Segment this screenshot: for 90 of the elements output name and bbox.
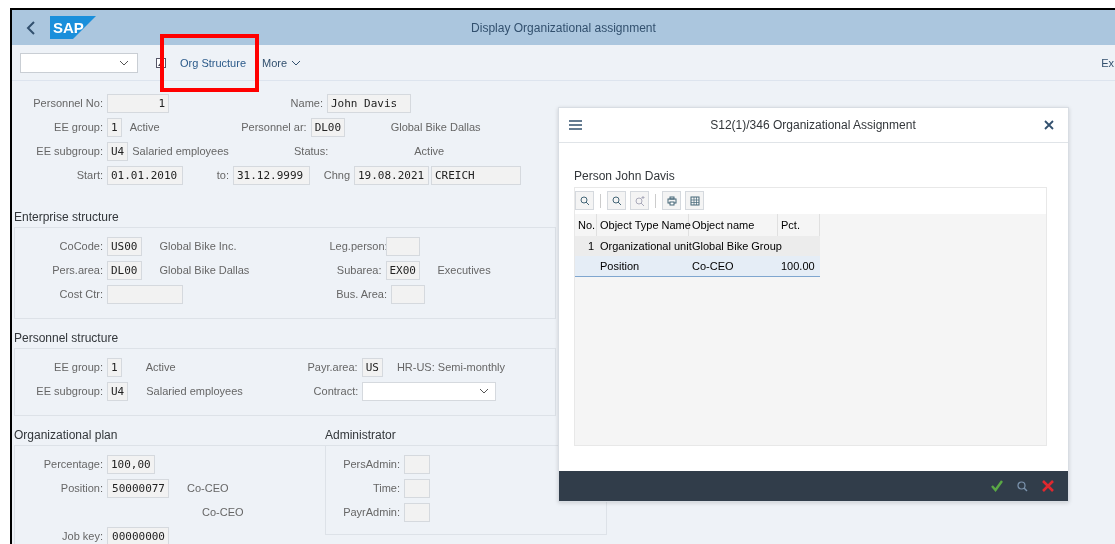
image-icon[interactable] [156, 57, 166, 68]
input-field[interactable]: 1 [107, 117, 122, 137]
field-text: Salaried employees [146, 385, 244, 397]
field-label: to: [215, 169, 230, 181]
table-cell-text: Position [599, 260, 641, 272]
dialog-heading: Person John Davis [574, 169, 676, 183]
field-label: Cost Ctr: [58, 288, 104, 300]
section-title: Enterprise structure [14, 210, 119, 226]
input-field[interactable]: 01.01.2010 [107, 165, 183, 185]
field-label: Start: [75, 169, 104, 181]
field-label: Name: [289, 97, 324, 109]
input-field[interactable] [391, 284, 425, 304]
input-field[interactable]: 00000000 [107, 526, 169, 544]
field-label: Contract: [312, 385, 360, 397]
caret-icon [479, 388, 490, 394]
field-label: PayrAdmin: [342, 506, 401, 518]
field-text: Active [145, 361, 177, 373]
input-field[interactable]: U4 [107, 381, 129, 401]
field-text: Co-CEO [187, 482, 229, 494]
input-field[interactable] [404, 502, 430, 522]
toolbar-button[interactable]: Org Structure [172, 52, 255, 73]
field-label: Personnel No: [32, 97, 104, 109]
input-field[interactable]: US00 [107, 236, 142, 256]
field-label: Chng [322, 169, 351, 181]
input-field[interactable]: DL00 [107, 260, 142, 280]
field-label: Position: [59, 482, 104, 494]
print-icon[interactable] [662, 191, 681, 210]
field-text: Co-CEO [202, 506, 244, 518]
input-field[interactable]: U4 [107, 141, 129, 161]
close-icon[interactable] [1044, 120, 1054, 130]
toolbar-button[interactable]: Ex [1101, 56, 1114, 69]
field-label: EE subgroup: [35, 145, 104, 157]
input-field[interactable]: 50000077 [107, 478, 169, 498]
input-field[interactable]: 1 [107, 357, 122, 377]
field-text: Global Bike Dallas [159, 264, 251, 276]
search-icon[interactable] [607, 191, 626, 210]
check-icon[interactable] [991, 480, 1003, 492]
field-text: Salaried employees [132, 145, 230, 157]
field-label: EE group: [53, 361, 104, 373]
field-text: Active [129, 121, 161, 133]
field-text: HR-US: Semi-monthly [396, 361, 506, 373]
input-field[interactable] [385, 236, 420, 256]
input-field[interactable] [404, 478, 430, 498]
field-label: Percentage: [42, 458, 104, 470]
table-icon[interactable] [685, 191, 704, 210]
field-text: Active [414, 145, 445, 157]
input-field[interactable]: DL00 [310, 117, 345, 137]
field-text: Global Bike Inc. [159, 240, 238, 252]
field-text: Executives [437, 264, 491, 276]
input-field[interactable]: 31.12.9999 [233, 165, 310, 185]
menu-icon[interactable] [569, 120, 582, 130]
input-field[interactable] [404, 454, 430, 474]
section-title: Personnel structure [14, 331, 119, 347]
section-title: Administrator [325, 428, 396, 444]
field-label: Leg.person: [329, 240, 386, 252]
zoom-icon[interactable] [575, 191, 594, 210]
field-text: Global Bike Dallas [390, 121, 481, 133]
input-field[interactable]: 100,00 [107, 454, 155, 474]
section-title: Organizational plan [14, 428, 118, 444]
field-label: CoCode: [58, 240, 104, 252]
field-label: EE subgroup: [35, 385, 104, 397]
input-field[interactable]: 1 [107, 93, 169, 113]
field-label: Time: [371, 482, 401, 494]
input-field[interactable]: EX00 [385, 260, 420, 280]
field-label: Job key: [61, 530, 104, 542]
field-label: EE group: [53, 121, 104, 133]
back-icon[interactable] [26, 20, 36, 35]
caret-icon [119, 59, 129, 66]
table-cell-text: 1 [586, 240, 595, 252]
dialog-title: S12(1)/346 Organizational Assignment [710, 118, 916, 132]
input-field[interactable] [107, 284, 183, 304]
field-label: Subarea: [335, 264, 383, 276]
input-field[interactable]: John Davis [327, 93, 411, 113]
field-label: Payr.area: [306, 361, 359, 373]
input-field[interactable]: US [361, 357, 383, 377]
zoom-icon[interactable] [1017, 480, 1028, 492]
window-title: Display Organizational assignment [471, 20, 656, 35]
table-cell-text: 100.00 [780, 260, 816, 272]
field-label: Personnel ar: [240, 121, 308, 133]
field-label: Status: [293, 145, 330, 157]
logo: SAP [50, 16, 96, 39]
field-label: Pers.area: [51, 264, 104, 276]
field-label: PersAdmin: [342, 458, 401, 470]
input-field[interactable]: CREICH [431, 165, 521, 185]
toolbar-button[interactable]: More [254, 52, 310, 73]
field-label: Bus. Area: [335, 288, 388, 300]
table-cell-text: Co-CEO [691, 260, 735, 272]
table-row[interactable]: Position Co-CEO 100.00 [575, 256, 820, 277]
input-field[interactable]: 19.08.2021 [354, 165, 429, 185]
table-row[interactable]: 1 Organizational unitGlobal Bike Group [575, 236, 820, 256]
